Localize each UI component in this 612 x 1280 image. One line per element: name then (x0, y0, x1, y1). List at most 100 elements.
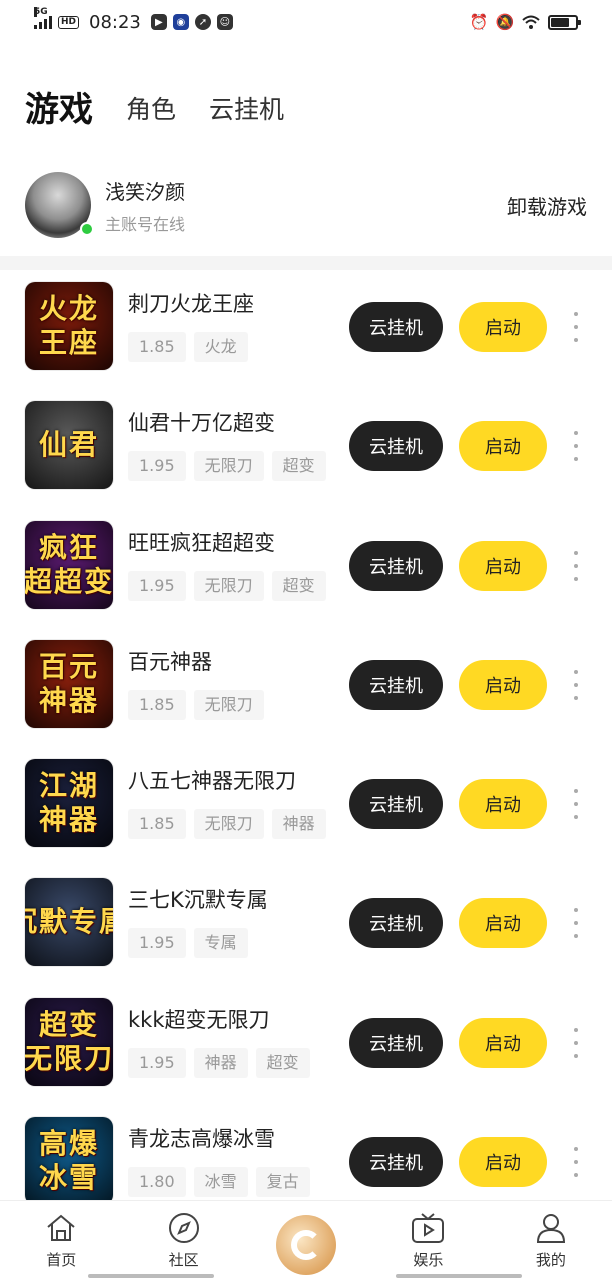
online-status-dot (80, 222, 94, 236)
start-game-button[interactable]: 启动 (459, 779, 547, 830)
game-name: kkk超变无限刀 (128, 1007, 270, 1032)
more-options-icon[interactable] (566, 669, 586, 700)
game-icon-text: 高爆 冰雪 (38, 1127, 99, 1195)
more-options-icon[interactable] (566, 1147, 586, 1178)
cloud-hangup-button[interactable]: 云挂机 (349, 1017, 443, 1068)
game-icon[interactable]: 江湖 神器 (25, 759, 113, 848)
version-tag: 1.95 (128, 928, 186, 959)
nav-entertainment[interactable]: 娱乐 (367, 1201, 489, 1280)
version-tag: 1.80 (128, 1167, 186, 1198)
version-tag: 1.95 (128, 451, 186, 482)
game-row[interactable]: 火龙 王座 刺刀火龙王座 1.85 火龙 云挂机 启动 (0, 270, 612, 389)
nav-center[interactable] (245, 1201, 367, 1280)
game-icon[interactable]: 超变 无限刀 (25, 997, 113, 1086)
start-game-button[interactable]: 启动 (459, 540, 547, 591)
more-dot (574, 908, 578, 913)
game-tag: 超变 (255, 1047, 310, 1078)
signal-icon: 5G (34, 7, 52, 29)
game-tags: 1.95 无限刀 超变 (128, 570, 326, 601)
nav-community[interactable]: 社区 (122, 1201, 244, 1280)
game-row[interactable]: 百元 神器 百元神器 1.85 无限刀 云挂机 启动 (0, 628, 612, 747)
game-tags: 1.85 无限刀 (128, 689, 264, 720)
account-info: 浅笑汐颜 主账号在线 (105, 176, 185, 235)
account-status: 主账号在线 (105, 214, 186, 234)
game-tags: 1.95 专属 (128, 928, 248, 959)
user-icon (534, 1211, 568, 1245)
top-tabs: 游戏 角色 云挂机 (25, 88, 284, 132)
app-notification-icon: ◉ (172, 14, 189, 30)
mute-icon: 🔕 (495, 13, 515, 31)
tv-play-icon (411, 1211, 445, 1245)
more-dot (574, 1160, 578, 1165)
cloud-hangup-button[interactable]: 云挂机 (349, 540, 443, 591)
game-icon[interactable]: 仙君 (25, 401, 113, 490)
game-tags: 1.95 无限刀 超变 (128, 451, 326, 482)
more-options-icon[interactable] (566, 1027, 586, 1058)
more-dot (574, 789, 578, 794)
game-icon[interactable]: 火龙 王座 (25, 282, 113, 370)
nav-home[interactable]: 首页 (0, 1201, 122, 1280)
game-icon[interactable]: 百元 神器 (25, 639, 113, 728)
nav-mine[interactable]: 我的 (490, 1201, 612, 1280)
nav-mine-label: 我的 (535, 1251, 566, 1269)
cloud-hangup-button[interactable]: 云挂机 (349, 898, 443, 949)
more-options-icon[interactable] (566, 550, 586, 581)
more-dot (574, 550, 578, 555)
game-name: 仙君十万亿超变 (128, 411, 275, 436)
more-options-icon[interactable] (566, 431, 586, 462)
start-game-button[interactable]: 启动 (459, 1137, 547, 1188)
game-tag: 火龙 (193, 332, 248, 362)
start-game-button[interactable]: 启动 (459, 302, 547, 352)
game-name: 三七K沉默专属 (128, 888, 268, 913)
game-row[interactable]: 超变 无限刀 kkk超变无限刀 1.95 神器 超变 云挂机 启动 (0, 986, 612, 1105)
home-indicator-left (88, 1274, 214, 1278)
cloud-hangup-button[interactable]: 云挂机 (349, 302, 443, 352)
tab-cloud-hangup[interactable]: 云挂机 (209, 88, 284, 132)
cloud-hangup-button[interactable]: 云挂机 (349, 421, 443, 472)
game-name: 青龙志高爆冰雪 (128, 1127, 275, 1152)
more-dot (574, 1173, 578, 1178)
game-icon-text: 沉默专属 (25, 905, 113, 939)
more-options-icon[interactable] (566, 312, 586, 342)
game-row[interactable]: 疯狂 超超变 旺旺疯狂超超变 1.95 无限刀 超变 云挂机 启动 (0, 509, 612, 628)
game-name: 旺旺疯狂超超变 (128, 530, 275, 555)
more-dot (574, 815, 578, 820)
avatar[interactable] (25, 172, 94, 238)
version-tag: 1.95 (128, 1047, 186, 1078)
game-tag: 无限刀 (193, 570, 264, 601)
tab-roles[interactable]: 角色 (126, 88, 176, 132)
wifi-icon (522, 13, 540, 31)
more-options-icon[interactable] (566, 908, 586, 939)
game-name: 百元神器 (128, 649, 212, 674)
game-icon[interactable]: 高爆 冰雪 (25, 1117, 113, 1206)
more-dot (574, 695, 578, 700)
video-app-icon: ▶ (150, 14, 167, 30)
cloud-hangup-button[interactable]: 云挂机 (349, 779, 443, 830)
game-tags: 1.85 火龙 (128, 332, 248, 362)
nav-home-label: 首页 (46, 1251, 77, 1269)
game-row[interactable]: 江湖 神器 八五七神器无限刀 1.85 无限刀 神器 云挂机 启动 (0, 747, 612, 866)
compass-icon (167, 1211, 201, 1245)
start-game-button[interactable]: 启动 (459, 898, 547, 949)
game-icon[interactable]: 沉默专属 (25, 878, 113, 967)
cloud-hangup-button[interactable]: 云挂机 (349, 1137, 443, 1188)
game-tag: 无限刀 (193, 689, 264, 720)
home-indicator-right (396, 1274, 522, 1278)
uninstall-game-button[interactable]: 卸载游戏 (507, 191, 587, 220)
game-icon[interactable]: 疯狂 超超变 (25, 520, 113, 609)
compass-app-icon: ➚ (194, 14, 211, 30)
game-row[interactable]: 仙君 仙君十万亿超变 1.95 无限刀 超变 云挂机 启动 (0, 389, 612, 508)
cloud-hangup-button[interactable]: 云挂机 (349, 659, 443, 710)
start-game-button[interactable]: 启动 (459, 659, 547, 710)
chat-app-icon: ☺ (216, 14, 233, 30)
tab-games[interactable]: 游戏 (25, 88, 93, 132)
more-dot (574, 1053, 578, 1058)
game-row[interactable]: 沉默专属三七K沉默专属 1.95专属 云挂机启动 (0, 866, 612, 985)
game-name: 刺刀火龙王座 (128, 292, 254, 316)
game-tag: 神器 (193, 1047, 248, 1078)
more-options-icon[interactable] (566, 789, 586, 820)
home-icon (44, 1211, 78, 1245)
start-game-button[interactable]: 启动 (459, 1017, 547, 1068)
game-tag: 神器 (271, 809, 326, 840)
start-game-button[interactable]: 启动 (459, 421, 547, 472)
